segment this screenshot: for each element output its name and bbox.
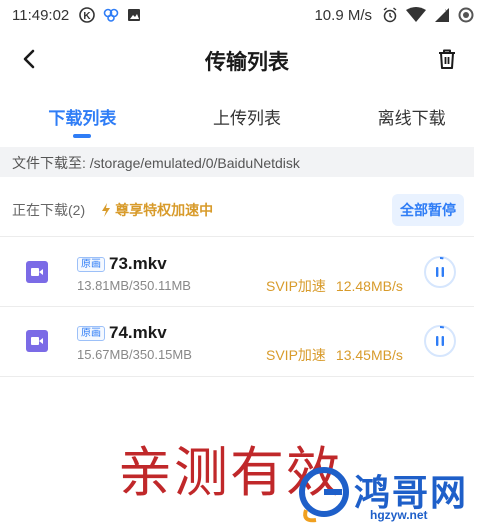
lightning-bolt-icon <box>101 203 111 217</box>
alarm-icon <box>382 7 398 23</box>
page-title: 传输列表 <box>205 51 289 74</box>
app-header: 传输列表 <box>0 36 494 82</box>
speed-info: SVIP加速 13.45MB/s <box>266 345 403 365</box>
pause-all-button[interactable]: 全部暂停 <box>392 194 464 226</box>
svip-accel-label: SVIP加速 <box>266 347 326 363</box>
butterfly-icon <box>103 8 119 22</box>
tab-label: 离线下载 <box>377 109 446 128</box>
file-size-progress: 15.67MB/350.15MB <box>77 347 192 362</box>
progress-ring <box>425 326 455 356</box>
file-size-progress: 13.81MB/350.11MB <box>77 278 191 293</box>
svg-text:K: K <box>84 11 92 22</box>
file-name: 74.mkv <box>109 323 167 342</box>
download-row[interactable]: 原画 73.mkv 13.81MB/350.11MB SVIP加速 12.48MB… <box>0 237 474 305</box>
trash-icon <box>439 49 455 69</box>
divider <box>0 376 474 377</box>
status-time: 11:49:02 <box>12 6 70 24</box>
net-speed: 10.9 M/s <box>314 6 372 24</box>
signal-icon: x <box>434 7 450 23</box>
original-quality-badge: 原画 <box>77 257 105 272</box>
download-speed: 13.45MB/s <box>335 347 403 363</box>
download-row[interactable]: 原画 74.mkv 15.67MB/350.15MB SVIP加速 13.45MB… <box>0 307 474 375</box>
download-path-text: 文件下载至: /storage/emulated/0/BaiduNetdisk <box>12 155 300 171</box>
image-icon <box>127 8 141 22</box>
file-name: 73.mkv <box>109 254 167 273</box>
delete-button[interactable] <box>434 46 460 72</box>
speed-info: SVIP加速 12.48MB/s <box>266 276 403 296</box>
pause-download-button[interactable] <box>424 325 456 357</box>
downloading-count-label: 正在下载(2) <box>12 202 86 218</box>
active-tab-indicator <box>73 134 92 138</box>
privilege-label: 尊享特权加速中 <box>115 202 214 218</box>
svg-text:x: x <box>445 9 448 15</box>
video-file-icon <box>26 330 48 352</box>
logo-mark-icon <box>299 467 349 523</box>
status-bar: 11:49:02 K 10.9 M/s x <box>0 0 494 30</box>
tab-download-list[interactable]: 下载列表 <box>0 98 165 142</box>
video-file-icon <box>26 261 48 283</box>
pause-download-button[interactable] <box>424 256 456 288</box>
tab-upload-list[interactable]: 上传列表 <box>165 98 330 142</box>
downloading-section-header: 正在下载(2) 尊享特权加速中 全部暂停 <box>0 192 474 228</box>
progress-ring <box>425 257 455 287</box>
tab-bar: 下载列表 上传列表 离线下载 <box>0 98 494 142</box>
privilege-accel-link[interactable]: 尊享特权加速中 <box>101 200 213 220</box>
tab-label: 上传列表 <box>213 109 281 128</box>
logo-url: hgzyw.net <box>370 508 428 522</box>
wifi-icon <box>406 7 426 23</box>
tab-label: 下载列表 <box>48 109 117 128</box>
original-quality-badge: 原画 <box>77 326 105 341</box>
k-circle-icon: K <box>79 7 96 23</box>
site-logo: 鸿哥网 hgzyw.net <box>296 462 486 528</box>
tab-offline-download[interactable]: 离线下载 <box>329 98 494 142</box>
svip-accel-label: SVIP加速 <box>266 278 326 294</box>
download-speed: 12.48MB/s <box>335 278 403 294</box>
battery-icon <box>458 7 474 23</box>
download-path-bar: 文件下载至: /storage/emulated/0/BaiduNetdisk <box>0 147 474 177</box>
